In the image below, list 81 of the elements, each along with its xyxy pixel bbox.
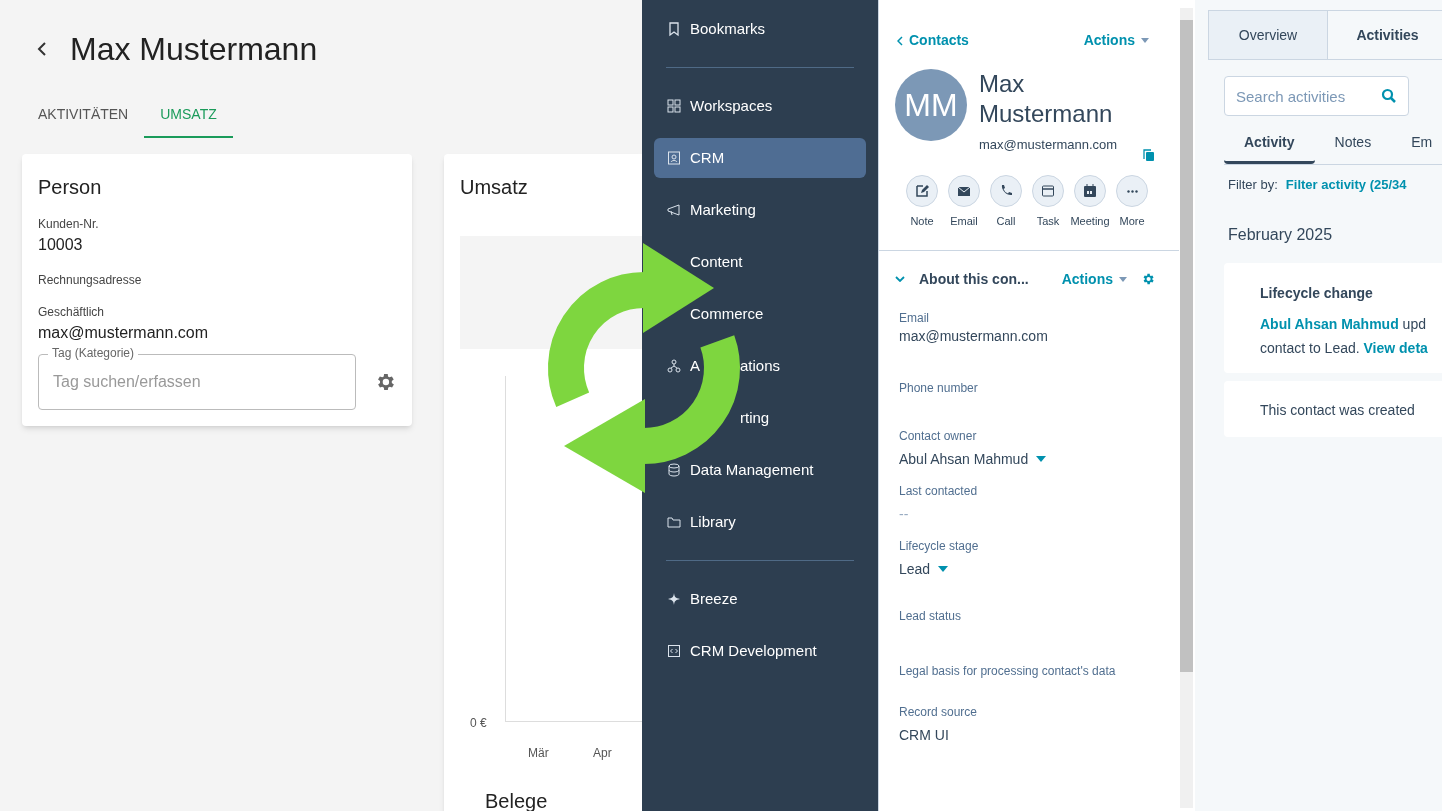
nav-item[interactable]: Workspaces xyxy=(666,97,773,115)
field-label: Rechnungsadresse xyxy=(38,272,143,288)
back-icon[interactable] xyxy=(36,41,48,57)
megaphone-icon xyxy=(666,202,682,218)
contact-card-icon xyxy=(666,150,682,166)
nav-item[interactable]: CRM Development xyxy=(666,642,817,660)
back-link[interactable]: Contacts xyxy=(897,30,969,51)
grid-icon xyxy=(666,98,682,114)
nav-item[interactable]: Breeze xyxy=(666,590,738,608)
field-label: Tag (Kategorie) xyxy=(48,346,139,360)
contact-email: max@mustermann.com xyxy=(979,136,1119,154)
avatar: MM xyxy=(895,69,967,141)
nav-item[interactable]: Library xyxy=(666,513,736,531)
property-label: Contact owner xyxy=(899,427,978,444)
axis-label: 0 € xyxy=(470,715,487,732)
database-icon xyxy=(666,462,682,478)
nav-item[interactable]: A ations xyxy=(666,357,781,375)
chevron-down-icon[interactable] xyxy=(895,276,905,282)
tab[interactable]: Activities xyxy=(1328,10,1442,60)
axis-label: Apr xyxy=(593,745,612,762)
caret-down-icon[interactable] xyxy=(938,565,949,572)
activity-description: Abul Ahsan Mahmud upd contact to Lead. View deta xyxy=(1260,314,1429,358)
property-dropdown[interactable]: Abul Ahsan Mahmud xyxy=(899,448,1029,469)
nav-item[interactable]: CRM xyxy=(654,138,866,178)
folder-icon xyxy=(666,514,682,530)
card-title: Umsatz xyxy=(460,175,529,200)
nav-item[interactable]: rting xyxy=(690,409,770,427)
nav-item[interactable]: Content xyxy=(690,253,743,271)
property-dropdown[interactable]: Lead xyxy=(899,558,931,579)
settings-icon[interactable] xyxy=(1141,272,1155,286)
caret-down-icon[interactable] xyxy=(1036,455,1047,462)
activity-text: This contact was created xyxy=(1260,400,1416,420)
tab[interactable]: Overview xyxy=(1208,10,1328,60)
tab[interactable]: AKTIVITÄTEN xyxy=(22,92,145,138)
code-icon xyxy=(666,643,682,659)
scrollbar[interactable] xyxy=(1180,8,1193,808)
activity-title: Lifecycle change xyxy=(1260,283,1374,303)
property-label: Legal basis for processing contact's data xyxy=(899,662,1117,679)
search-field[interactable]: Search activities xyxy=(1224,76,1409,116)
field-label: Kunden-Nr. xyxy=(38,216,100,232)
property-label: Email xyxy=(899,309,930,326)
card-title: Person xyxy=(38,175,103,200)
field-value: 10003 xyxy=(38,235,84,255)
calendar-icon xyxy=(1082,183,1098,199)
user-link[interactable]: Abul Ahsan Mahmud xyxy=(1260,315,1399,332)
caret-down-icon xyxy=(1141,38,1149,43)
property-label: Lead status xyxy=(899,607,963,624)
bookmark-icon xyxy=(666,21,682,37)
property-label: Lifecycle stage xyxy=(899,537,980,554)
page-title: Max Mustermann xyxy=(70,30,318,68)
actions-dropdown[interactable]: Actions xyxy=(1083,30,1149,51)
caret-down-icon xyxy=(1119,276,1127,282)
ellipsis-icon xyxy=(1126,189,1138,193)
window-icon xyxy=(1040,183,1056,199)
property-label: Last contacted xyxy=(899,482,979,499)
nav-item[interactable]: Commerce xyxy=(690,305,764,323)
tab[interactable]: Em xyxy=(1391,124,1442,164)
field-value: max@mustermann.com xyxy=(38,323,210,343)
axis-label: Mär xyxy=(528,745,549,762)
property-value: CRM UI xyxy=(899,725,949,745)
copy-icon[interactable] xyxy=(1143,149,1155,162)
search-icon[interactable] xyxy=(1381,88,1397,104)
month-heading: February 2025 xyxy=(1228,224,1334,245)
chevron-left-icon xyxy=(897,35,903,46)
tab[interactable]: Notes xyxy=(1314,124,1392,164)
contact-name: Max Mustermann xyxy=(979,69,1114,129)
details-link[interactable]: View deta xyxy=(1363,339,1428,356)
filter-label: Filter by: xyxy=(1228,176,1278,194)
property-value: -- xyxy=(899,504,909,524)
property-label: Record source xyxy=(899,703,979,720)
edit-icon xyxy=(914,183,930,199)
actions-dropdown[interactable]: Actions xyxy=(1061,268,1127,290)
property-value: max@mustermann.com xyxy=(899,326,1048,346)
nodes-icon xyxy=(666,358,682,374)
nav-item[interactable]: Bookmarks xyxy=(666,20,766,38)
nav-item[interactable]: Data Management xyxy=(666,461,814,479)
property-label: Phone number xyxy=(899,379,979,396)
nav-item[interactable]: Marketing xyxy=(666,201,756,219)
tab[interactable]: Activity xyxy=(1224,124,1315,164)
section-title: About this con... xyxy=(919,269,1030,289)
field-label: Geschäftlich xyxy=(38,304,106,320)
